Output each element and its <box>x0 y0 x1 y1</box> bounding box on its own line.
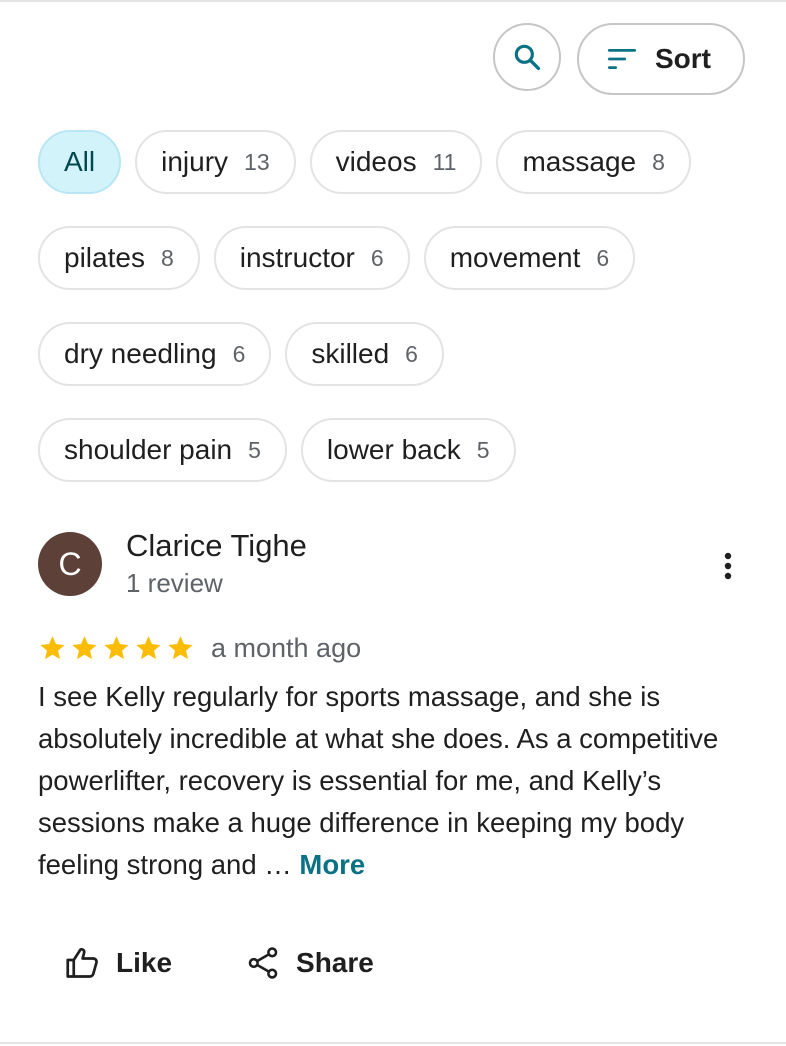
avatar-letter: C <box>58 545 82 582</box>
author-review-count: 1 review <box>126 568 223 598</box>
like-label: Like <box>116 947 173 978</box>
chip-count: 8 <box>160 244 174 271</box>
star-icon <box>40 635 65 659</box>
like-button[interactable]: Like <box>64 940 172 986</box>
more-link[interactable]: More <box>299 849 365 880</box>
sort-icon <box>608 49 636 69</box>
chip-label: videos <box>335 146 417 177</box>
chip-injury[interactable]: injury 13 <box>135 130 296 194</box>
star-icon <box>136 635 161 659</box>
chip-label: skilled <box>311 338 390 369</box>
review-body: I see Kelly regularly for sports massage… <box>38 681 719 880</box>
chip-count: 11 <box>432 148 457 175</box>
chip-label: All <box>64 146 96 177</box>
search-icon <box>514 44 541 71</box>
share-button[interactable]: Share <box>246 940 374 986</box>
star-rating <box>38 634 195 663</box>
chip-count: 6 <box>596 244 610 271</box>
sort-button[interactable]: Sort <box>577 23 745 95</box>
sort-label: Sort <box>655 43 711 74</box>
chip-label: pilates <box>64 242 145 273</box>
chip-movement[interactable]: movement 6 <box>423 226 636 290</box>
share-icon <box>248 947 278 979</box>
author-name[interactable]: Clarice Tighe <box>126 528 307 564</box>
chip-videos[interactable]: videos 11 <box>309 130 483 194</box>
search-reviews-button[interactable] <box>493 23 561 91</box>
star-icon <box>104 635 129 659</box>
chip-massage[interactable]: massage 8 <box>496 130 691 194</box>
chip-label: shoulder pain <box>64 434 233 465</box>
chip-label: movement <box>449 242 581 273</box>
chip-label: massage <box>522 146 637 177</box>
chip-label: injury <box>161 146 229 177</box>
thumb-up-icon <box>66 947 98 978</box>
chip-shoulder-pain[interactable]: shoulder pain 5 <box>38 418 287 482</box>
review-time: a month ago <box>211 632 362 663</box>
review-text: I see Kelly regularly for sports massage… <box>38 676 750 886</box>
top-divider <box>0 0 786 2</box>
chip-pilates[interactable]: pilates 8 <box>38 226 200 290</box>
chip-count: 8 <box>652 148 665 175</box>
chip-count: 6 <box>405 340 418 367</box>
chip-count: 6 <box>370 244 384 271</box>
share-label: Share <box>296 947 374 978</box>
avatar[interactable]: C <box>38 532 102 596</box>
chip-label: instructor <box>239 242 355 273</box>
star-icon <box>168 635 193 659</box>
bottom-divider <box>0 1042 786 1044</box>
star-icon <box>72 635 97 659</box>
topic-chips: All injury 13 videos 11 massage 8 pilate… <box>38 130 758 514</box>
rating-line: a month ago <box>38 630 361 666</box>
chip-count: 13 <box>244 148 270 175</box>
chip-row: dry needling 6 skilled 6 <box>38 322 758 386</box>
chip-instructor[interactable]: instructor 6 <box>213 226 410 290</box>
chip-count: 5 <box>476 436 490 463</box>
review-actions: Like Share <box>64 940 374 986</box>
chip-count: 6 <box>232 340 246 367</box>
chip-skilled[interactable]: skilled 6 <box>285 322 444 386</box>
chip-lower-back[interactable]: lower back 5 <box>300 418 516 482</box>
reviews-toolbar: Sort <box>0 23 786 95</box>
chip-dry-needling[interactable]: dry needling 6 <box>38 322 272 386</box>
chip-row: All injury 13 videos 11 massage 8 <box>38 130 758 194</box>
more-vert-icon <box>724 552 732 580</box>
chip-row: shoulder pain 5 lower back 5 <box>38 418 758 482</box>
chip-count: 5 <box>248 436 261 463</box>
chip-all[interactable]: All <box>38 130 122 194</box>
chip-label: lower back <box>326 434 461 465</box>
chip-label: dry needling <box>64 338 217 369</box>
more-options-button[interactable] <box>710 548 746 584</box>
chip-row: pilates 8 instructor 6 movement 6 <box>38 226 758 290</box>
